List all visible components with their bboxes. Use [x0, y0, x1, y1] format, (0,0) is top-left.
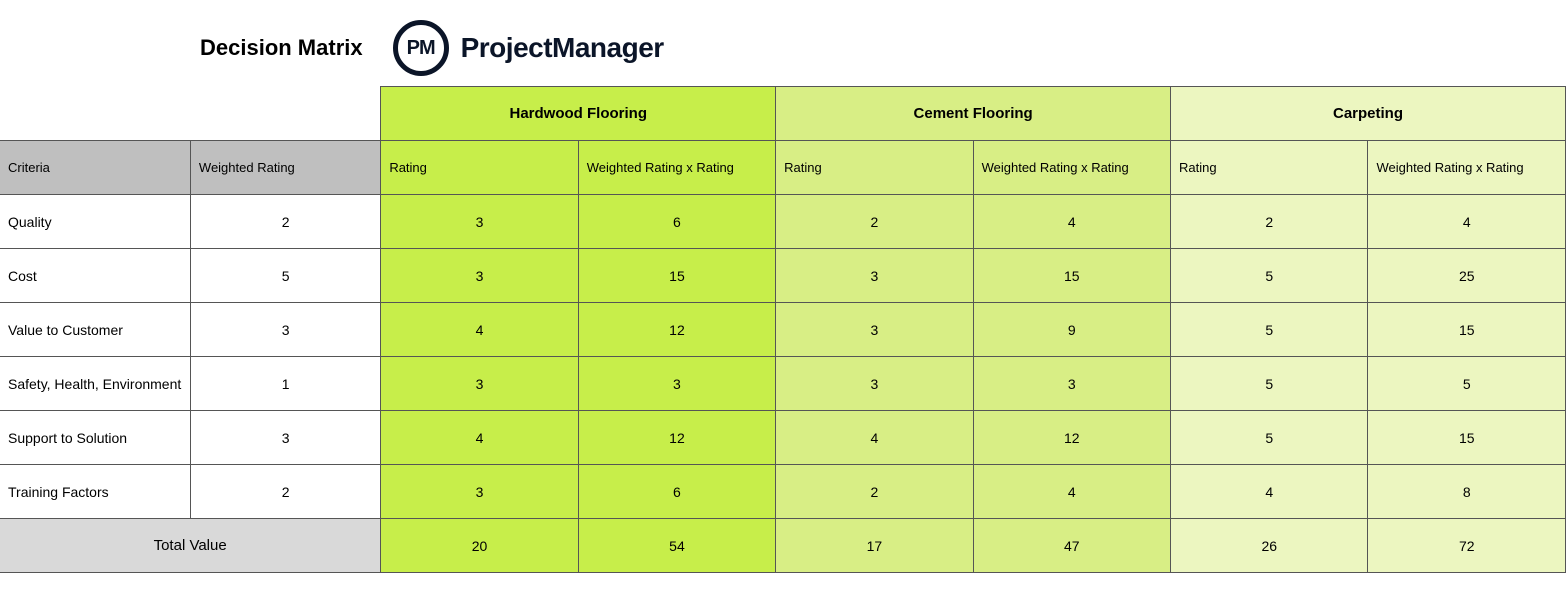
page-title: Decision Matrix: [200, 35, 363, 61]
value-cell: 6: [578, 465, 775, 519]
value-cell: 4: [381, 303, 578, 357]
blank-corner: [0, 87, 381, 141]
table-row: Quality 2 3 6 2 4 2 4: [0, 195, 1566, 249]
value-cell: 5: [1171, 249, 1368, 303]
weight-cell: 2: [190, 465, 380, 519]
value-cell: 3: [578, 357, 775, 411]
brand-logo-text: ProjectManager: [461, 32, 664, 64]
value-cell: 4: [776, 411, 973, 465]
value-cell: 3: [381, 249, 578, 303]
value-cell: 15: [1368, 411, 1566, 465]
table-row: Safety, Health, Environment 1 3 3 3 3 5 …: [0, 357, 1566, 411]
weight-cell: 1: [190, 357, 380, 411]
col-wxr-1: Weighted Rating x Rating: [973, 141, 1170, 195]
value-cell: 5: [1171, 303, 1368, 357]
col-wxr-0: Weighted Rating x Rating: [578, 141, 775, 195]
value-cell: 3: [381, 357, 578, 411]
col-weighted: Weighted Rating: [190, 141, 380, 195]
col-rating-0: Rating: [381, 141, 578, 195]
alt-header-0: Hardwood Flooring: [381, 87, 776, 141]
criteria-cell: Safety, Health, Environment: [0, 357, 190, 411]
value-cell: 4: [973, 195, 1170, 249]
value-cell: 15: [1368, 303, 1566, 357]
value-cell: 25: [1368, 249, 1566, 303]
value-cell: 2: [776, 195, 973, 249]
value-cell: 5: [1171, 357, 1368, 411]
value-cell: 3: [776, 303, 973, 357]
subheader-row: Criteria Weighted Rating Rating Weighted…: [0, 141, 1566, 195]
table-row: Value to Customer 3 4 12 3 9 5 15: [0, 303, 1566, 357]
weight-cell: 3: [190, 411, 380, 465]
value-cell: 12: [578, 411, 775, 465]
criteria-cell: Value to Customer: [0, 303, 190, 357]
total-cell: 26: [1171, 519, 1368, 573]
value-cell: 9: [973, 303, 1170, 357]
value-cell: 4: [973, 465, 1170, 519]
total-cell: 72: [1368, 519, 1566, 573]
weight-cell: 5: [190, 249, 380, 303]
value-cell: 5: [1171, 411, 1368, 465]
decision-matrix-table: Hardwood Flooring Cement Flooring Carpet…: [0, 86, 1566, 573]
alt-header-1: Cement Flooring: [776, 87, 1171, 141]
criteria-cell: Quality: [0, 195, 190, 249]
value-cell: 3: [381, 465, 578, 519]
value-cell: 2: [776, 465, 973, 519]
col-criteria: Criteria: [0, 141, 190, 195]
col-wxr-2: Weighted Rating x Rating: [1368, 141, 1566, 195]
value-cell: 3: [776, 249, 973, 303]
value-cell: 15: [973, 249, 1170, 303]
weight-cell: 3: [190, 303, 380, 357]
total-row: Total Value 20 54 17 47 26 72: [0, 519, 1566, 573]
value-cell: 12: [578, 303, 775, 357]
value-cell: 4: [1368, 195, 1566, 249]
criteria-cell: Cost: [0, 249, 190, 303]
value-cell: 5: [1368, 357, 1566, 411]
brand-logo: PM ProjectManager: [393, 20, 664, 76]
col-rating-2: Rating: [1171, 141, 1368, 195]
value-cell: 6: [578, 195, 775, 249]
value-cell: 4: [381, 411, 578, 465]
table-row: Training Factors 2 3 6 2 4 4 8: [0, 465, 1566, 519]
total-cell: 54: [578, 519, 775, 573]
value-cell: 3: [381, 195, 578, 249]
brand-logo-circle: PM: [393, 20, 449, 76]
header: Decision Matrix PM ProjectManager: [0, 0, 1566, 86]
criteria-cell: Support to Solution: [0, 411, 190, 465]
total-cell: 47: [973, 519, 1170, 573]
value-cell: 15: [578, 249, 775, 303]
total-cell: 17: [776, 519, 973, 573]
alternatives-header-row: Hardwood Flooring Cement Flooring Carpet…: [0, 87, 1566, 141]
value-cell: 3: [973, 357, 1170, 411]
table-row: Support to Solution 3 4 12 4 12 5 15: [0, 411, 1566, 465]
total-label: Total Value: [0, 519, 381, 573]
value-cell: 2: [1171, 195, 1368, 249]
value-cell: 12: [973, 411, 1170, 465]
criteria-cell: Training Factors: [0, 465, 190, 519]
alt-header-2: Carpeting: [1171, 87, 1566, 141]
total-cell: 20: [381, 519, 578, 573]
weight-cell: 2: [190, 195, 380, 249]
table-row: Cost 5 3 15 3 15 5 25: [0, 249, 1566, 303]
value-cell: 3: [776, 357, 973, 411]
value-cell: 4: [1171, 465, 1368, 519]
value-cell: 8: [1368, 465, 1566, 519]
col-rating-1: Rating: [776, 141, 973, 195]
